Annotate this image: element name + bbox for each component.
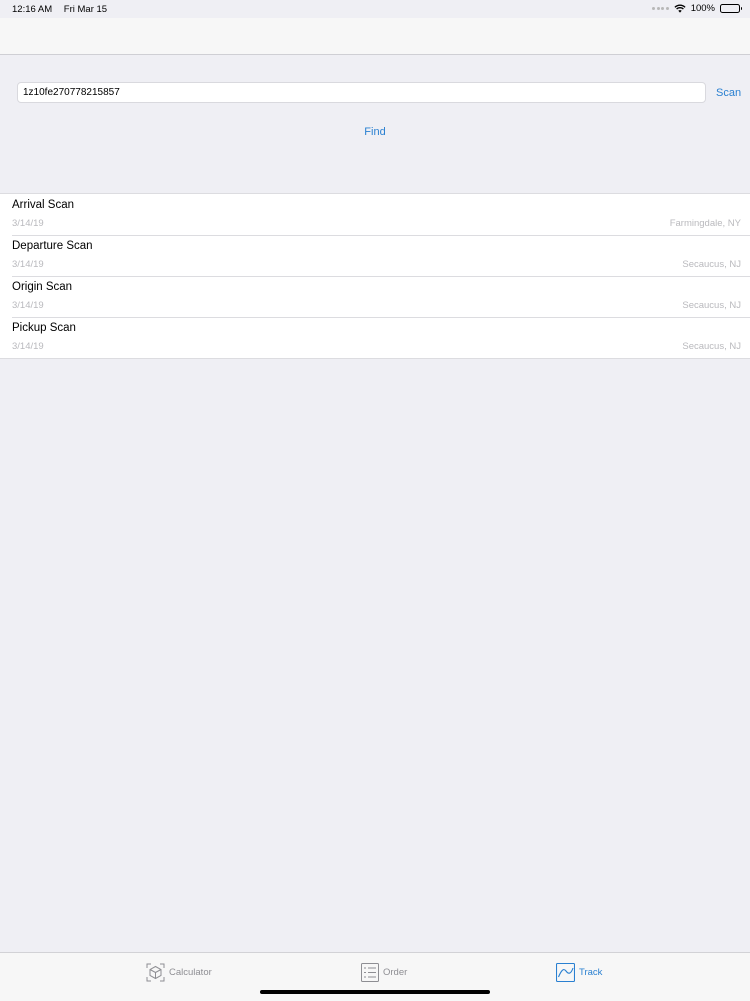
battery-percent: 100% (690, 3, 715, 14)
tracking-events-list: Arrival Scan 3/14/19 Farmingdale, NY Dep… (0, 193, 750, 359)
wifi-icon (674, 4, 686, 13)
event-location: Farmingdale, NY (669, 218, 741, 229)
tab-label: Track (579, 967, 603, 978)
navigation-bar (0, 18, 750, 55)
tab-track[interactable]: Track (556, 963, 602, 982)
tracking-event-row[interactable]: Origin Scan 3/14/19 Secaucus, NJ (0, 276, 750, 317)
status-bar: 12:16 AM Fri Mar 15 100% (0, 0, 750, 18)
tab-label: Order (383, 967, 408, 978)
chart-line-icon (556, 963, 575, 982)
tab-order[interactable]: Order (361, 963, 407, 982)
event-location: Secaucus, NJ (682, 259, 741, 270)
event-title: Departure Scan (12, 240, 93, 252)
event-date: 3/14/19 (12, 218, 44, 229)
status-time-date: 12:16 AM Fri Mar 15 (12, 4, 107, 15)
tab-calculator[interactable]: Calculator (146, 963, 212, 982)
event-location: Secaucus, NJ (682, 300, 741, 311)
home-indicator[interactable] (260, 990, 490, 994)
find-button[interactable]: Find (0, 126, 750, 138)
battery-icon (720, 4, 742, 13)
event-location: Secaucus, NJ (682, 341, 741, 352)
status-time: 12:16 AM (12, 4, 53, 15)
calculator-icon (146, 963, 165, 982)
scan-button[interactable]: Scan (716, 87, 741, 99)
event-date: 3/14/19 (12, 259, 44, 270)
tracking-number-input[interactable] (17, 82, 706, 103)
event-title: Origin Scan (12, 281, 73, 293)
tracking-event-row[interactable]: Departure Scan 3/14/19 Secaucus, NJ (0, 235, 750, 276)
status-date: Fri Mar 15 (63, 4, 108, 15)
status-indicators: 100% (652, 3, 742, 14)
tracking-event-row[interactable]: Pickup Scan 3/14/19 Secaucus, NJ (0, 317, 750, 358)
event-date: 3/14/19 (12, 300, 44, 311)
event-title: Arrival Scan (12, 199, 74, 211)
tab-label: Calculator (169, 967, 212, 978)
signal-dots-icon (652, 7, 669, 10)
list-icon (361, 963, 379, 982)
tracking-event-row[interactable]: Arrival Scan 3/14/19 Farmingdale, NY (0, 194, 750, 235)
event-title: Pickup Scan (12, 322, 76, 334)
event-date: 3/14/19 (12, 341, 44, 352)
